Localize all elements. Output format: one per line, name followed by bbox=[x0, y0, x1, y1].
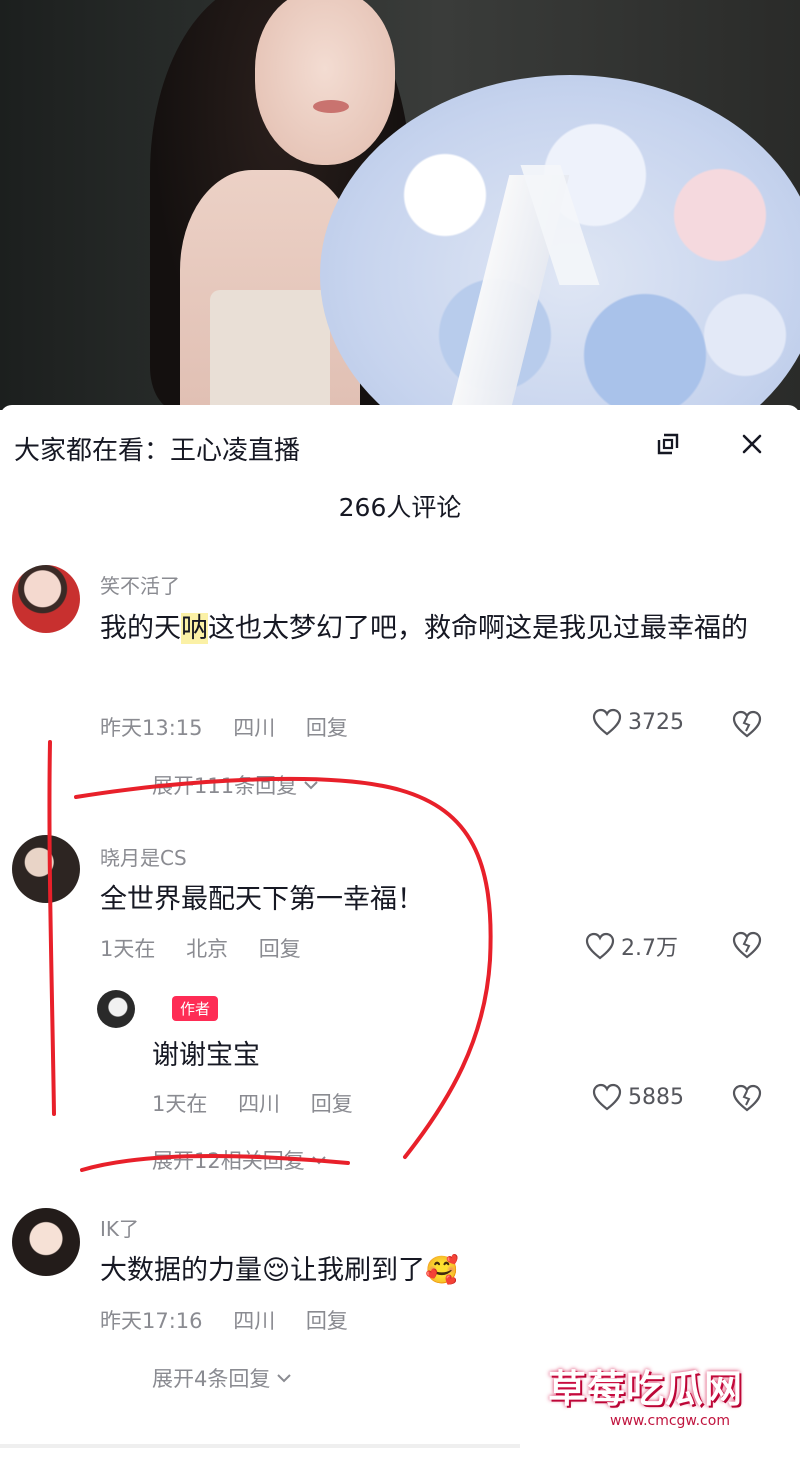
reply-time: 1天在 bbox=[152, 1092, 208, 1116]
like-count: 5885 bbox=[628, 1084, 684, 1110]
comment-username[interactable]: 笑不活了 bbox=[100, 570, 180, 599]
dislike-button[interactable] bbox=[732, 931, 762, 963]
comment-text: 大数据的力量😌让我刷到了🥰 bbox=[100, 1255, 459, 1286]
broken-heart-icon bbox=[732, 1084, 762, 1112]
reply-button[interactable]: 回复 bbox=[306, 716, 348, 740]
reply-location: 四川 bbox=[238, 1092, 281, 1116]
reply-button[interactable]: 回复 bbox=[259, 937, 301, 961]
close-icon[interactable] bbox=[735, 427, 769, 461]
dislike-button[interactable] bbox=[732, 710, 762, 742]
comment-text: 全世界最配天下第一幸福！ bbox=[100, 884, 424, 915]
broken-heart-icon bbox=[732, 931, 762, 959]
comment-location: 北京 bbox=[186, 937, 229, 961]
dislike-button[interactable] bbox=[732, 1084, 762, 1116]
site-watermark: 草莓吃瓜网 www.cmcgw.com bbox=[520, 1340, 800, 1467]
reply-meta: 1天在 四川 回复 bbox=[152, 1088, 377, 1118]
like-button[interactable]: 2.7万 bbox=[585, 930, 678, 962]
comment-time: 昨天17:16 bbox=[100, 1309, 203, 1333]
photo-dress bbox=[210, 290, 330, 410]
comment-username[interactable]: 晓月是CS bbox=[100, 842, 187, 871]
chevron-down-icon bbox=[312, 1156, 326, 1165]
expand-replies-label: 展开111条回复 bbox=[152, 774, 298, 798]
heart-icon bbox=[592, 708, 622, 736]
comment-time: 昨天13:15 bbox=[100, 716, 203, 740]
like-count: 2.7万 bbox=[621, 936, 678, 961]
broken-heart-icon bbox=[732, 710, 762, 738]
chevron-down-icon bbox=[277, 1374, 292, 1383]
comment-meta: 昨天17:16 四川 回复 bbox=[100, 1305, 372, 1335]
expand-replies-label: 展开4条回复 bbox=[152, 1367, 271, 1391]
author-tag: 作者 bbox=[172, 996, 219, 1021]
comment-text: 我的天呐这也太梦幻了吧，救命啊这是我见过最幸福的 bbox=[100, 605, 760, 653]
video-preview-image[interactable] bbox=[0, 0, 800, 410]
comment-count: 266人评论 bbox=[338, 493, 462, 522]
like-button[interactable]: 3725 bbox=[592, 708, 684, 736]
photo-lips bbox=[313, 100, 349, 113]
like-button[interactable]: 5885 bbox=[592, 1083, 684, 1111]
comment-meta: 昨天13:15 四川 回复 bbox=[100, 712, 372, 742]
avatar[interactable] bbox=[12, 1208, 80, 1276]
comment-sheet: 大家都在看：王心凌直播 266人评论 笑不活了 我的天呐这也太梦幻了吧，救命啊这… bbox=[0, 405, 800, 1467]
comment-text-highlight: 呐 bbox=[181, 613, 208, 644]
expand-icon[interactable] bbox=[651, 427, 685, 461]
heart-icon bbox=[592, 1083, 622, 1111]
chevron-down-icon bbox=[304, 781, 318, 790]
comment-location: 四川 bbox=[233, 1309, 276, 1333]
reply-avatar[interactable] bbox=[97, 990, 135, 1028]
like-count: 3725 bbox=[628, 709, 684, 735]
comment-text-post: 这也太梦幻了吧，救命啊这是我见过最幸福的 bbox=[208, 613, 748, 644]
expand-replies-button[interactable]: 展开111条回复 bbox=[152, 770, 319, 800]
reply-button[interactable]: 回复 bbox=[306, 1309, 348, 1333]
comment-location: 四川 bbox=[233, 716, 276, 740]
sheet-title: 大家都在看：王心凌直播 bbox=[14, 436, 301, 466]
heart-icon bbox=[585, 932, 615, 960]
expand-replies-button[interactable]: 展开4条回复 bbox=[152, 1363, 292, 1393]
avatar[interactable] bbox=[12, 835, 80, 903]
watermark-url: www.cmcgw.com bbox=[600, 1412, 740, 1430]
photo-face bbox=[255, 0, 395, 165]
comment-time: 1天在 bbox=[100, 937, 156, 961]
avatar[interactable] bbox=[12, 565, 80, 633]
reply-reply-button[interactable]: 回复 bbox=[311, 1092, 353, 1116]
comment-text-pre: 我的天 bbox=[100, 613, 181, 644]
reply-text: 谢谢宝宝 bbox=[152, 1040, 260, 1071]
expand-replies-button[interactable]: 展开12相关回复 bbox=[152, 1145, 327, 1175]
watermark-title: 草莓吃瓜网 bbox=[548, 1367, 744, 1411]
comment-meta: 1天在 北京 回复 bbox=[100, 933, 325, 963]
expand-replies-label: 展开12相关回复 bbox=[152, 1149, 305, 1173]
comment-username[interactable]: IK了 bbox=[100, 1213, 139, 1242]
